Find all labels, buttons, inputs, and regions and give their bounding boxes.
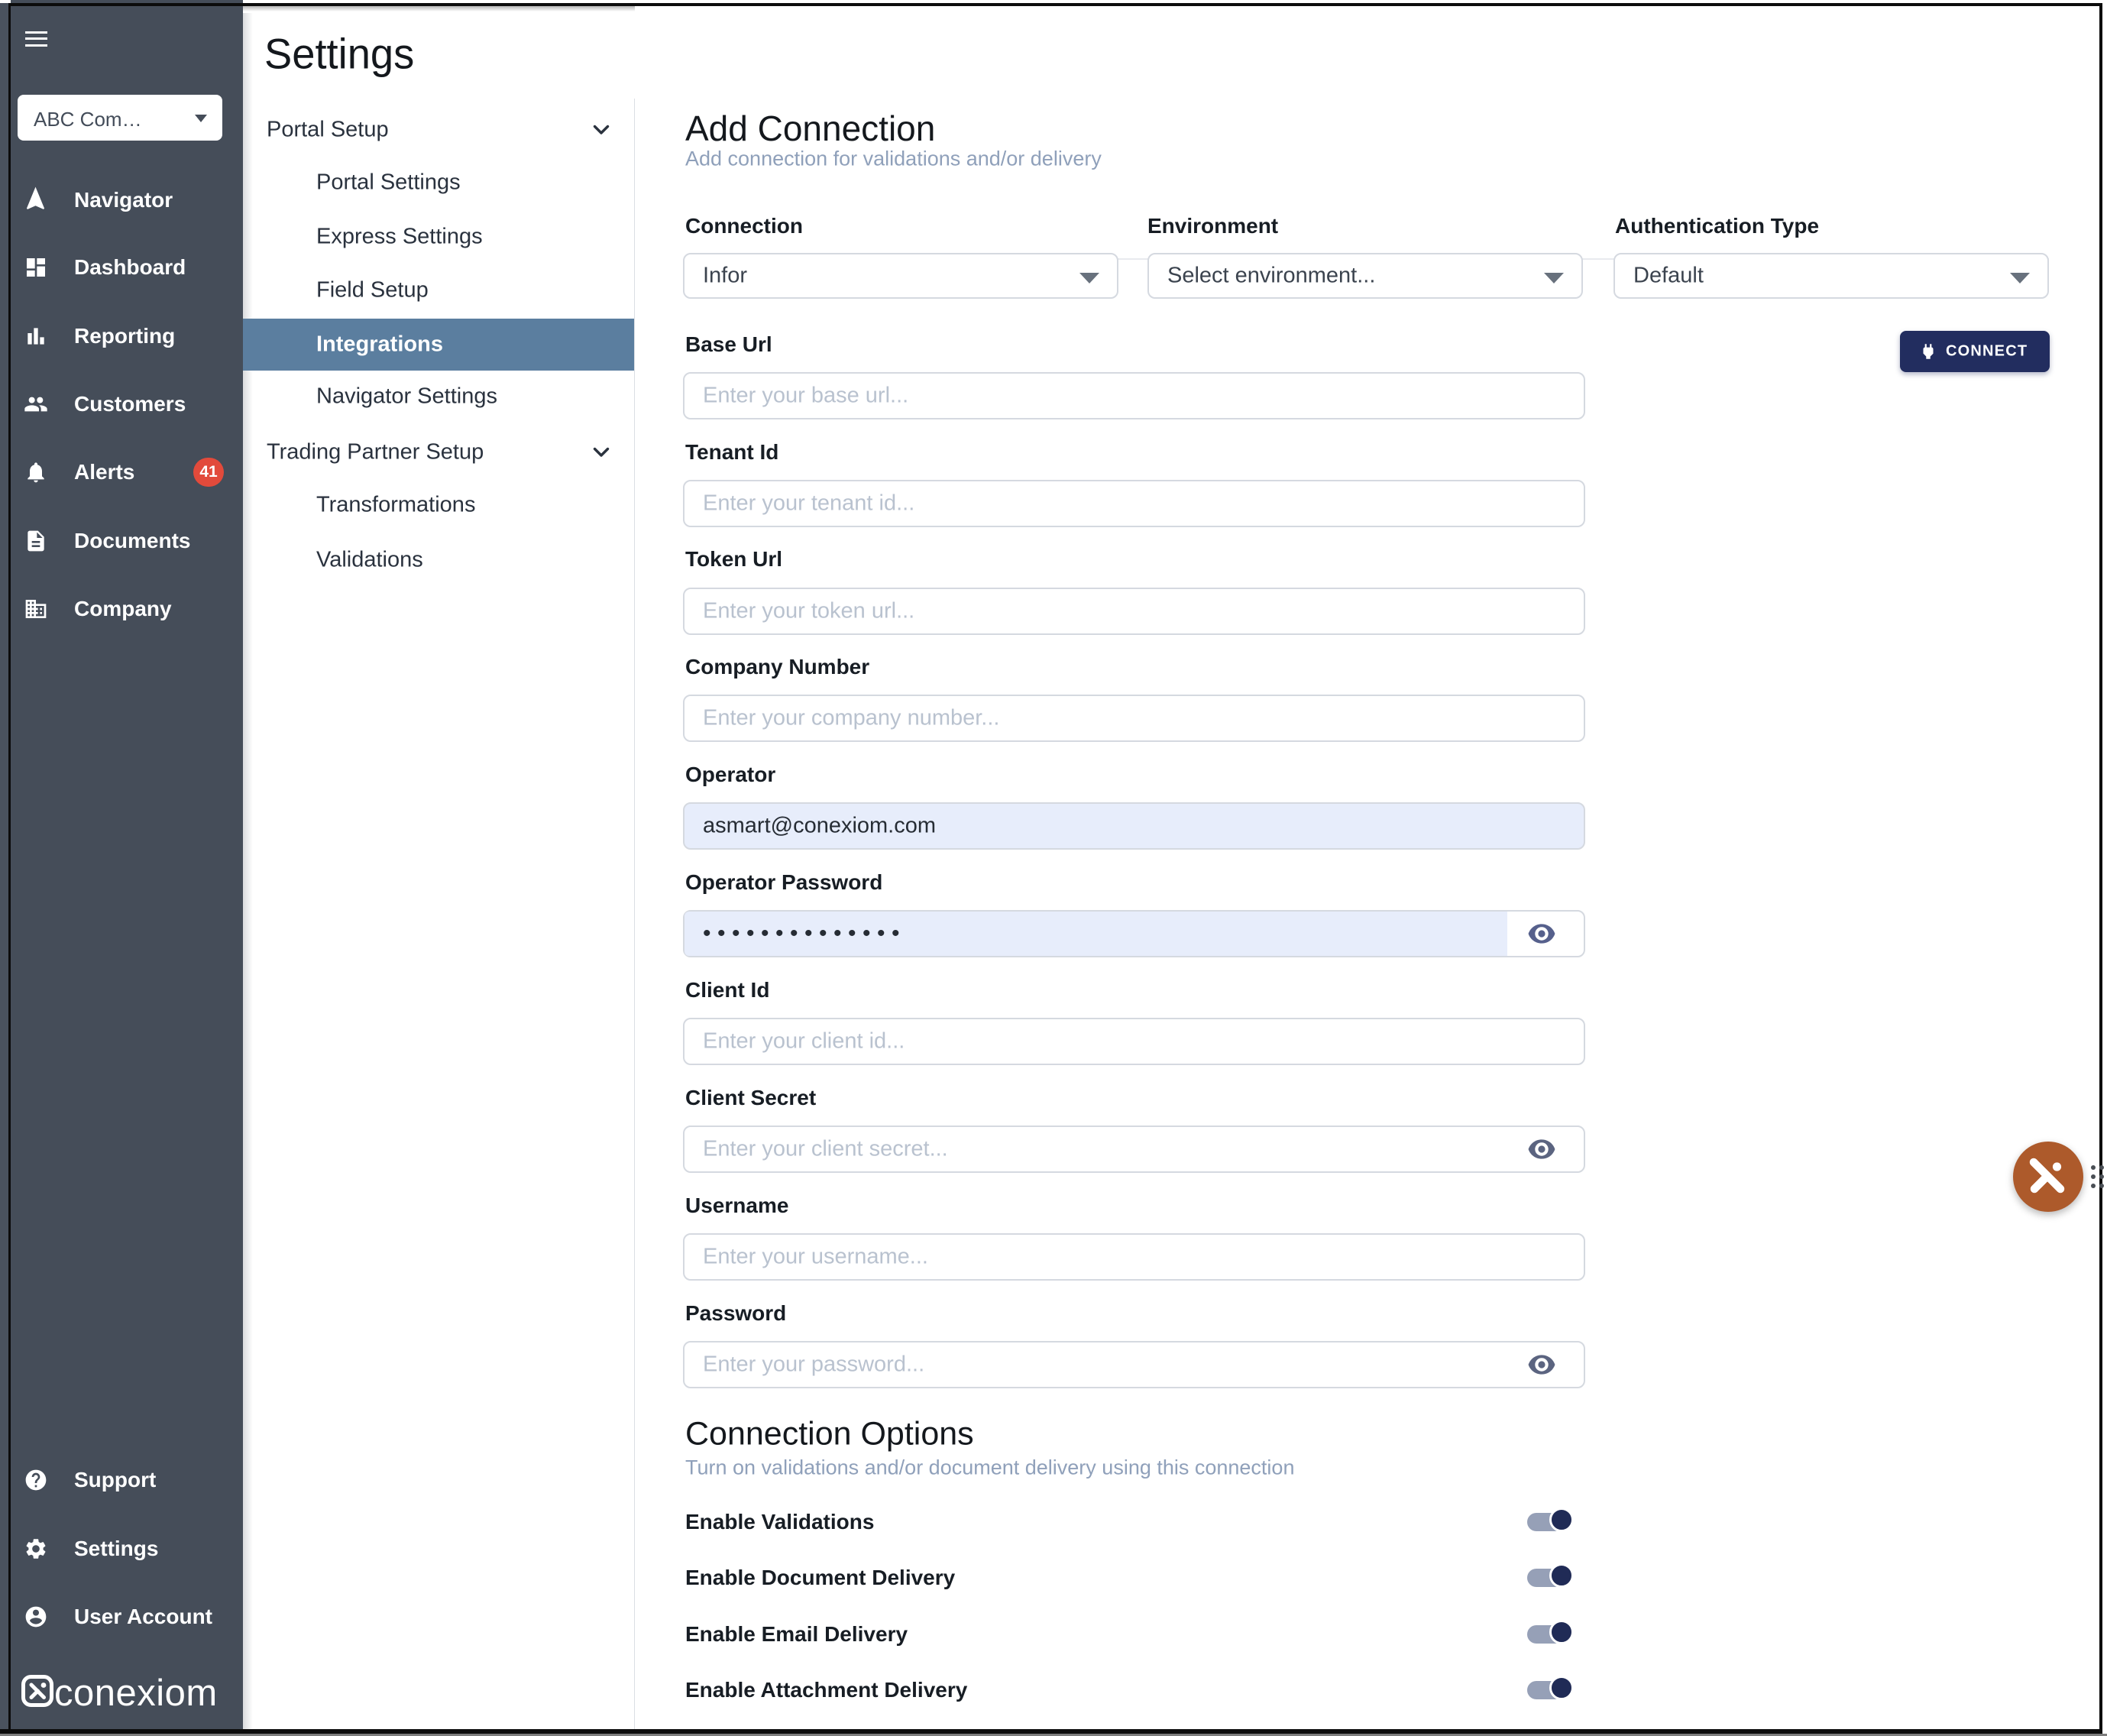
svg-text:conexiom: conexiom bbox=[54, 1673, 218, 1714]
